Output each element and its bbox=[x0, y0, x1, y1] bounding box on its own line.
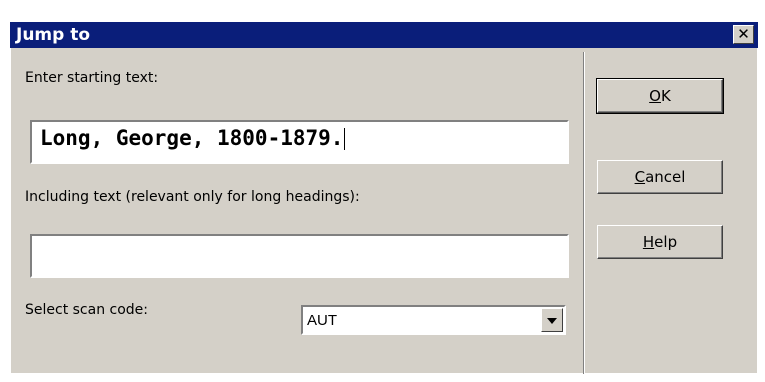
close-button[interactable]: ✕ bbox=[733, 25, 754, 44]
ok-button[interactable]: OK bbox=[596, 78, 724, 114]
starting-text-label: Enter starting text: bbox=[25, 70, 159, 86]
help-button[interactable]: Help bbox=[597, 225, 723, 259]
close-icon: ✕ bbox=[737, 25, 750, 43]
scan-code-value: AUT bbox=[307, 312, 337, 329]
dialog-title: Jump to bbox=[16, 25, 91, 45]
including-text-label: Including text (relevant only for long h… bbox=[25, 189, 360, 205]
starting-text-input[interactable]: Long, George, 1800-1879. bbox=[30, 120, 569, 164]
vertical-separator bbox=[583, 52, 585, 374]
cancel-button[interactable]: Cancel bbox=[597, 160, 723, 194]
text-caret bbox=[344, 128, 346, 150]
including-text-input[interactable] bbox=[30, 234, 569, 278]
chevron-down-icon[interactable] bbox=[541, 308, 563, 332]
jump-to-dialog: Jump to ✕ Enter starting text: Long, Geo… bbox=[10, 22, 758, 374]
scan-code-label: Select scan code: bbox=[25, 302, 149, 318]
title-bar: Jump to ✕ bbox=[10, 22, 758, 48]
starting-text-value: Long, George, 1800-1879. bbox=[40, 126, 344, 150]
scan-code-select[interactable]: AUT bbox=[301, 305, 566, 335]
